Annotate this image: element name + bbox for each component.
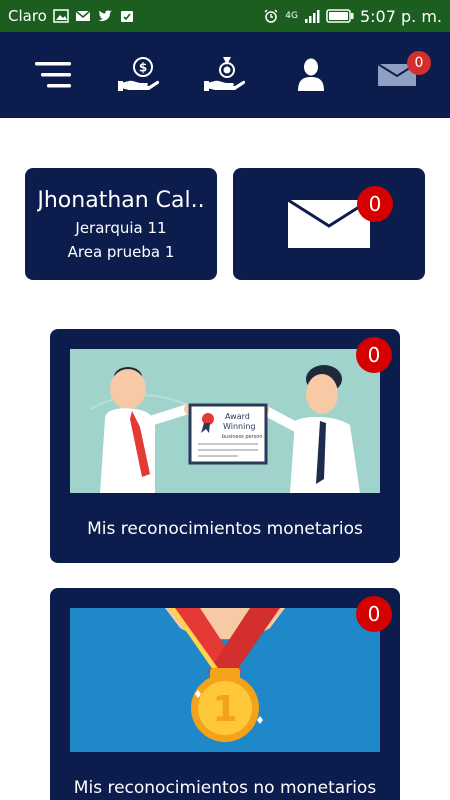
battery-icon [326,9,354,23]
status-bar: Claro 4G 5:07 p. m. [0,0,450,32]
monetary-rewards-badge: 0 [356,337,392,373]
non-monetary-rewards-label: Mis reconocimientos no monetarios [73,778,377,798]
non-monetary-rewards-badge: 0 [356,596,392,632]
svg-text:business person: business person [222,434,263,440]
carrier-label: Claro [8,7,47,25]
clipboard-check-icon [120,11,133,22]
medal-number: 1 [212,689,237,730]
medal-illustration: 1 [70,608,380,752]
user-area: Area prueba 1 [67,242,175,261]
profile-nav-button[interactable] [281,45,341,105]
network-label: 4G [285,10,298,21]
monetary-rewards-nav-button[interactable]: $ [109,45,169,105]
profile-card[interactable]: Jhonathan Cal.. Jerarquia 11 Area prueba… [25,168,217,280]
time-label: 5:07 p. m. [359,6,442,26]
user-icon [298,58,324,91]
alarm-icon [264,9,278,23]
dashboard-content: Jhonathan Cal.. Jerarquia 11 Area prueba… [0,118,450,800]
signal-icon [304,10,320,23]
top-nav-bar: $ 0 [0,32,450,118]
non-monetary-rewards-card[interactable]: 1 0 Mis reconocimientos no monetarios [50,588,400,800]
messages-nav-button[interactable]: 0 [367,45,431,105]
menu-button[interactable] [23,45,83,105]
monetary-rewards-card[interactable]: Award Winning business person 0 Mis reco… [50,329,400,563]
money-hand-icon: $ [118,57,160,91]
award-illustration: Award Winning business person [70,349,380,493]
user-name: Jhonathan Cal.. [37,187,205,213]
messages-card[interactable]: 0 [233,168,425,280]
messages-card-badge: 0 [357,186,393,222]
non-monetary-rewards-nav-button[interactable] [195,45,255,105]
image-icon [53,9,69,23]
svg-text:Award: Award [225,412,250,421]
monetary-rewards-label: Mis reconocimientos monetarios [87,519,363,539]
menu-icon [35,62,71,88]
gmail-icon [75,10,91,21]
svg-text:Winning: Winning [223,422,255,431]
user-jerarquia: Jerarquia 11 [75,218,167,237]
svg-text:$: $ [139,61,147,75]
messages-nav-badge: 0 [407,51,431,75]
twitter-icon [97,10,112,22]
medal-hand-icon [204,57,246,91]
